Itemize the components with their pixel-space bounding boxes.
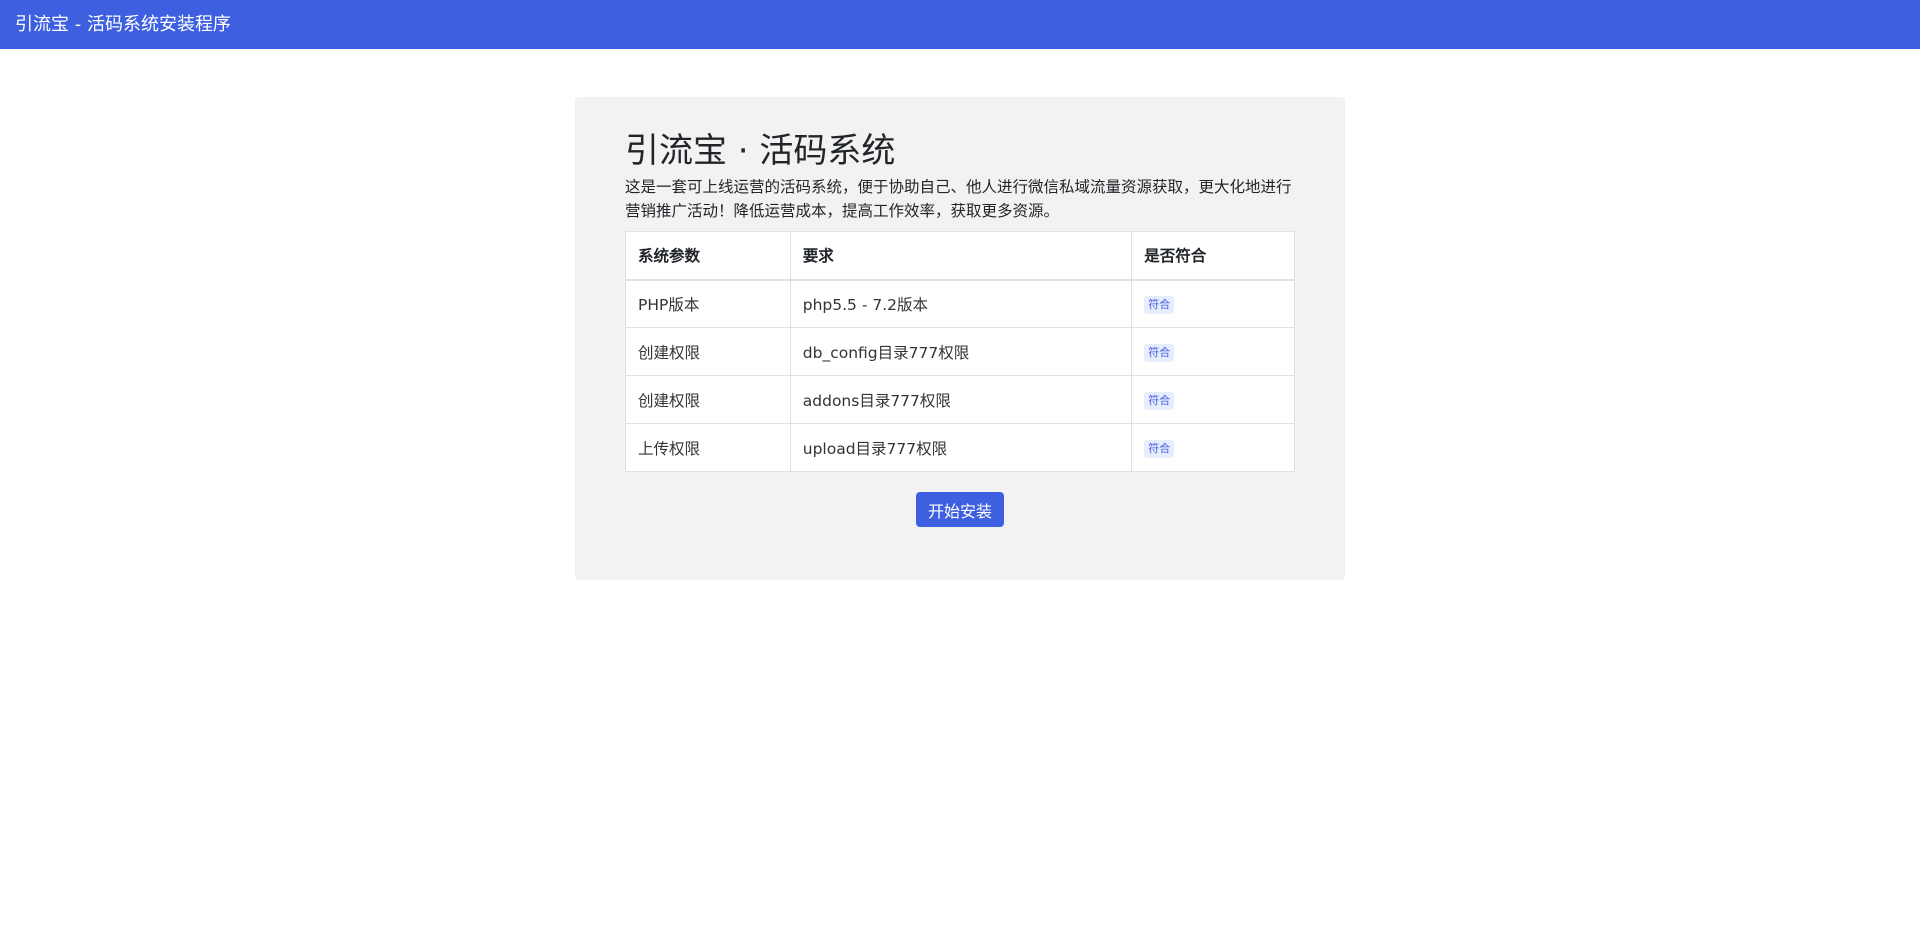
row-param: PHP版本 <box>625 279 791 328</box>
install-card: 引流宝 · 活码系统 这是一套可上线运营的活码系统，便于协助自己、他人进行微信私… <box>575 97 1345 580</box>
header-compliance: 是否符合 <box>1131 231 1295 281</box>
requirements-table: 系统参数 要求 是否符合 PHP版本 php5.5 - 7.2版本 符合 创建权… <box>625 231 1295 472</box>
status-badge: 符合 <box>1144 343 1175 362</box>
row-requirement: upload目录777权限 <box>789 423 1133 472</box>
page-title: 引流宝 · 活码系统 <box>625 131 896 171</box>
table-row: 上传权限 upload目录777权限 符合 <box>625 423 1295 472</box>
table-row: PHP版本 php5.5 - 7.2版本 符合 <box>625 279 1295 328</box>
row-status-cell: 符合 <box>1131 327 1295 376</box>
row-requirement: addons目录777权限 <box>789 375 1133 424</box>
system-description: 这是一套可上线运营的活码系统，便于协助自己、他人进行微信私域流量资源获取，更大化… <box>625 178 1292 220</box>
table-header-row: 系统参数 要求 是否符合 <box>625 231 1295 281</box>
status-badge: 符合 <box>1144 295 1175 314</box>
row-param: 创建权限 <box>625 327 791 376</box>
header-system-param: 系统参数 <box>625 231 791 281</box>
top-navbar: 引流宝 - 活码系统安装程序 <box>0 0 1920 49</box>
row-requirement: php5.5 - 7.2版本 <box>789 279 1133 328</box>
app-title: 引流宝 - 活码系统安装程序 <box>15 13 231 35</box>
table-row: 创建权限 addons目录777权限 符合 <box>625 375 1295 424</box>
row-param: 上传权限 <box>625 423 791 472</box>
status-badge: 符合 <box>1144 391 1175 410</box>
row-param: 创建权限 <box>625 375 791 424</box>
table-row: 创建权限 db_config目录777权限 符合 <box>625 327 1295 376</box>
action-area: 开始安装 <box>625 492 1295 527</box>
header-requirement: 要求 <box>789 231 1133 281</box>
row-status-cell: 符合 <box>1131 375 1295 424</box>
start-install-button[interactable]: 开始安装 <box>915 492 1004 527</box>
status-badge: 符合 <box>1144 439 1175 458</box>
row-requirement: db_config目录777权限 <box>789 327 1133 376</box>
row-status-cell: 符合 <box>1131 279 1295 328</box>
row-status-cell: 符合 <box>1131 423 1295 472</box>
